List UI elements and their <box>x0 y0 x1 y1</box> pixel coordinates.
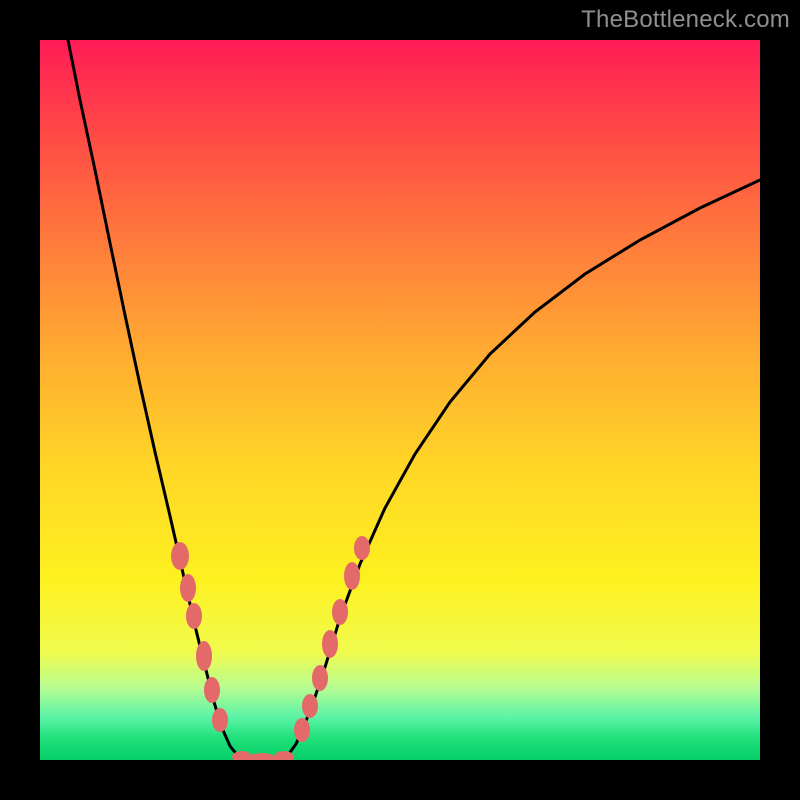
bottleneck-curve <box>68 40 760 760</box>
marker-left <box>180 574 196 602</box>
marker-left <box>171 542 189 570</box>
marker-left <box>212 708 228 732</box>
watermark-text: TheBottleneck.com <box>581 6 790 34</box>
chart-svg <box>40 40 760 760</box>
marker-bottom <box>248 753 276 760</box>
marker-left <box>196 641 212 671</box>
plot-area <box>40 40 760 760</box>
marker-right <box>332 599 348 625</box>
marker-right <box>354 536 370 560</box>
marker-right <box>294 718 310 742</box>
marker-right <box>302 694 318 718</box>
marker-right <box>312 665 328 691</box>
app-frame: TheBottleneck.com <box>0 0 800 800</box>
curve-path <box>68 40 760 760</box>
marker-left <box>204 677 220 703</box>
marker-left <box>186 603 202 629</box>
curve-markers <box>171 536 370 760</box>
marker-right <box>344 562 360 590</box>
marker-right <box>322 630 338 658</box>
